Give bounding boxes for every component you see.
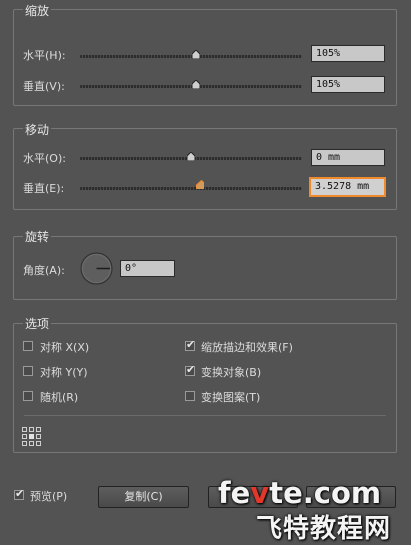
copy-button[interactable]: 复制(C) [98, 486, 189, 508]
transform-objects-label: 变换对象(B) [201, 366, 262, 379]
transform-patterns-label: 变换图案(T) [201, 391, 261, 404]
reflect-x-label: 对称 X(X) [40, 341, 90, 354]
scale-horizontal-input[interactable]: 105% [311, 45, 385, 62]
preview-label: 预览(P) [30, 490, 68, 503]
angle-input[interactable]: 0° [120, 260, 175, 277]
scale-vertical-label: 垂直(V): [23, 80, 65, 93]
scale-horizontal-label: 水平(H): [23, 49, 66, 62]
random-checkbox[interactable] [23, 391, 33, 401]
options-group-title: 选项 [23, 315, 52, 332]
checkmark-icon: ✔ [15, 487, 25, 500]
scale-strokes-checkbox[interactable]: ✔ [185, 338, 196, 351]
move-group [13, 128, 397, 210]
preview-checkbox[interactable]: ✔ [14, 487, 25, 500]
scale-group-title: 缩放 [23, 2, 52, 19]
scale-vertical-input[interactable]: 105% [311, 76, 385, 93]
move-group-title: 移动 [23, 121, 52, 138]
angle-label: 角度(A): [23, 264, 65, 277]
move-vertical-input[interactable]: 3.5278 mm [310, 178, 385, 196]
rotate-group-title: 旋转 [23, 228, 52, 245]
move-vertical-label: 垂直(E): [23, 182, 65, 195]
rotate-group [13, 236, 397, 300]
scale-horizontal-slider[interactable] [80, 55, 302, 58]
reference-point-icon[interactable] [22, 427, 41, 446]
move-horizontal-slider-thumb[interactable] [187, 152, 195, 161]
options-divider [24, 415, 386, 416]
scale-vertical-slider-thumb[interactable] [192, 80, 200, 89]
watermark-logo-cn: 飞特教程网 [256, 514, 392, 544]
transform-objects-checkbox[interactable]: ✔ [185, 363, 196, 376]
scale-horizontal-slider-thumb[interactable] [192, 50, 200, 59]
reflect-x-checkbox[interactable] [23, 341, 33, 351]
checkmark-icon: ✔ [186, 363, 196, 376]
scale-vertical-slider[interactable] [80, 85, 302, 88]
move-vertical-slider-thumb[interactable] [196, 180, 204, 189]
move-horizontal-label: 水平(O): [23, 152, 66, 165]
transform-patterns-checkbox[interactable] [185, 391, 195, 401]
scale-strokes-label: 缩放描边和效果(F) [201, 341, 293, 354]
watermark-logo: fevte.com [218, 476, 382, 510]
reflect-y-checkbox[interactable] [23, 366, 33, 376]
angle-dial[interactable] [80, 252, 113, 285]
checkmark-icon: ✔ [186, 338, 196, 351]
move-horizontal-input[interactable]: 0 mm [311, 149, 385, 166]
random-label: 随机(R) [40, 391, 79, 404]
move-vertical-slider[interactable] [80, 187, 302, 190]
reflect-y-label: 对称 Y(Y) [40, 366, 88, 379]
